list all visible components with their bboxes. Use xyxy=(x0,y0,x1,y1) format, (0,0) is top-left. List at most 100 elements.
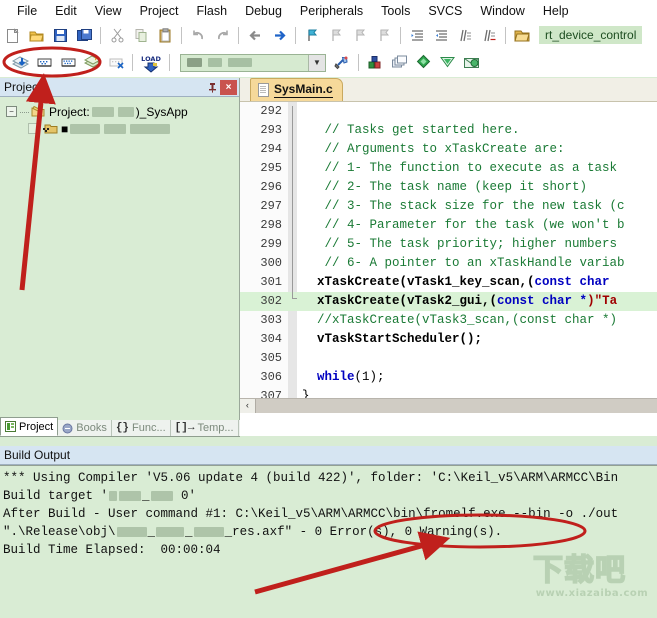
templates-tab-icon: []→ xyxy=(174,422,195,434)
project-icon xyxy=(30,105,45,118)
open-project-icon[interactable] xyxy=(511,24,533,46)
line-number: 302 xyxy=(260,294,282,308)
open-file-icon[interactable] xyxy=(25,24,47,46)
code-line: 305 xyxy=(240,349,657,368)
redo-icon[interactable] xyxy=(211,24,233,46)
project-panel-tabs: Project Books {} Func... []→ Temp... xyxy=(0,417,240,437)
code-line: 299 // 5- The task priority; higher numb… xyxy=(240,235,657,254)
expander-icon[interactable] xyxy=(28,123,39,134)
undo-icon[interactable] xyxy=(187,24,209,46)
menu-item-file[interactable]: File xyxy=(8,2,46,20)
target-selector-value-redacted xyxy=(181,58,252,67)
new-file-icon[interactable] xyxy=(1,24,23,46)
code-text: // 2- The task name (keep it short) xyxy=(302,180,588,194)
line-number: 297 xyxy=(260,199,282,213)
target-selector-combo[interactable]: ▼ xyxy=(180,53,326,72)
fold-guide-end xyxy=(292,298,297,299)
tree-node-label-suffix: )_SysApp xyxy=(135,104,188,119)
menu-item-peripherals[interactable]: Peripherals xyxy=(291,2,372,20)
menu-item-help[interactable]: Help xyxy=(534,2,578,20)
chevron-down-icon[interactable]: ▼ xyxy=(308,54,325,71)
menu-item-debug[interactable]: Debug xyxy=(236,2,291,20)
tab-templates[interactable]: []→ Temp... xyxy=(171,420,239,436)
editor-tab-sysmain-c[interactable]: SysMain.c xyxy=(250,78,343,101)
project-panel-header: Project × xyxy=(0,78,239,97)
paste-icon[interactable] xyxy=(154,24,176,46)
build-output-text: _ xyxy=(142,489,150,503)
redacted-text xyxy=(116,526,147,537)
close-icon[interactable]: × xyxy=(220,79,237,95)
code-line: 298 // 4- Parameter for the task (we won… xyxy=(240,216,657,235)
toolbar-separator xyxy=(295,26,296,44)
bookmark-toggle-icon[interactable] xyxy=(301,24,323,46)
outdent-icon[interactable] xyxy=(430,24,452,46)
build-target-icon[interactable] xyxy=(33,52,55,74)
indent-icon[interactable] xyxy=(406,24,428,46)
redacted-text xyxy=(104,123,127,134)
redacted-text xyxy=(119,490,142,501)
pack-installer-icon[interactable] xyxy=(412,52,434,74)
select-software-packs-icon[interactable] xyxy=(460,52,482,74)
manage-run-time-env-icon[interactable] xyxy=(436,52,458,74)
code-text: // 1- The function to execute as a task xyxy=(302,161,618,175)
menu-item-window[interactable]: Window xyxy=(471,2,533,20)
cut-icon[interactable] xyxy=(106,24,128,46)
bookmark-prev-icon[interactable] xyxy=(325,24,347,46)
target-options-icon[interactable] xyxy=(331,52,353,74)
navigate-forward-icon[interactable] xyxy=(268,24,290,46)
active-project-name: rt_device_control xyxy=(539,26,643,44)
redacted-text xyxy=(70,123,101,134)
code-line: 293 // Tasks get started here. xyxy=(240,121,657,140)
manage-multi-project-icon[interactable] xyxy=(388,52,410,74)
line-number: 305 xyxy=(260,351,282,365)
bookmark-next-icon[interactable] xyxy=(349,24,371,46)
navigate-back-icon[interactable] xyxy=(244,24,266,46)
download-icon[interactable]: LOAD xyxy=(138,52,164,74)
menu-item-tools[interactable]: Tools xyxy=(372,2,419,20)
build-output-lines: *** Using Compiler 'V5.06 update 4 (buil… xyxy=(3,469,657,559)
code-line: 297 // 3- The stack size for the new tas… xyxy=(240,197,657,216)
manage-project-items-icon[interactable] xyxy=(364,52,386,74)
line-number: 293 xyxy=(260,123,282,137)
pin-icon[interactable] xyxy=(204,80,220,95)
fold-guide-line xyxy=(292,106,293,298)
menu-item-view[interactable]: View xyxy=(86,2,131,20)
stop-build-icon[interactable] xyxy=(105,52,127,74)
menu-item-edit[interactable]: Edit xyxy=(46,2,86,20)
line-number: 292 xyxy=(260,104,282,118)
code-text: while(1); xyxy=(317,370,385,384)
tab-project[interactable]: Project xyxy=(0,417,59,436)
code-view[interactable]: 292 293 // Tasks get started here. 294 // … xyxy=(240,102,657,413)
menu-item-project[interactable]: Project xyxy=(131,2,188,20)
rebuild-all-icon[interactable] xyxy=(57,52,79,74)
copy-icon[interactable] xyxy=(130,24,152,46)
expander-icon[interactable]: − xyxy=(6,106,17,117)
tree-node-target[interactable]: ■ xyxy=(6,120,239,137)
save-all-icon[interactable] xyxy=(73,24,95,46)
scroll-left-icon[interactable]: ‹ xyxy=(240,399,256,413)
scroll-track[interactable] xyxy=(256,399,657,413)
comment-icon[interactable] xyxy=(454,24,476,46)
uncomment-icon[interactable] xyxy=(478,24,500,46)
menu-item-svcs[interactable]: SVCS xyxy=(419,2,471,20)
build-output-body[interactable]: *** Using Compiler 'V5.06 update 4 (buil… xyxy=(0,465,657,618)
tab-functions[interactable]: {} Func... xyxy=(112,420,171,436)
redacted-text xyxy=(117,106,134,117)
tree-node-label-prefix: Project: xyxy=(49,104,90,119)
save-icon[interactable] xyxy=(49,24,71,46)
toolbar-separator xyxy=(100,26,101,44)
menu-item-flash[interactable]: Flash xyxy=(187,2,236,20)
build-output-line: ".\Release\obj\ _ _ _res.axf" - 0 Error(s),… xyxy=(3,523,657,541)
translate-file-icon[interactable] xyxy=(9,52,31,74)
bookmark-clear-icon[interactable] xyxy=(373,24,395,46)
target-folder-icon xyxy=(42,122,58,135)
editor-horizontal-scrollbar[interactable]: ‹ xyxy=(240,398,657,413)
code-line: 300 // 6- A pointer to an xTaskHandle va… xyxy=(240,254,657,273)
tab-books[interactable]: Books xyxy=(58,420,112,436)
redacted-text xyxy=(193,526,224,537)
code-text: // Arguments to xTaskCreate are: xyxy=(302,142,565,156)
code-line: 304 vTaskStartScheduler(); xyxy=(240,330,657,349)
tree-node-project-root[interactable]: − Project: )_SysApp xyxy=(6,103,239,120)
batch-build-icon[interactable] xyxy=(81,52,103,74)
code-text: // 5- The task priority; higher numbers xyxy=(302,237,625,251)
